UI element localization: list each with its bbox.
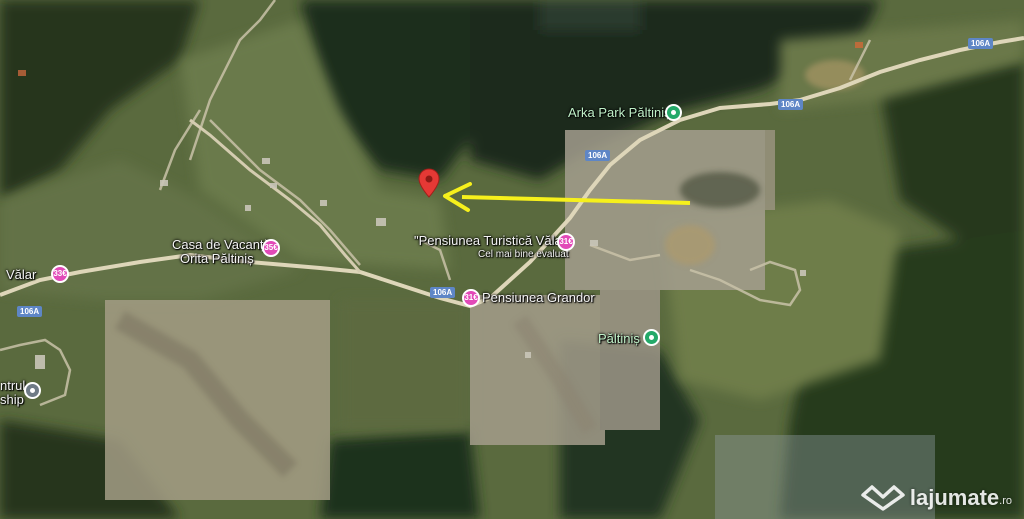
hotel-icon[interactable]: 31€ — [462, 289, 480, 307]
park-icon[interactable] — [643, 329, 660, 346]
road-shield: 106A — [17, 306, 43, 317]
place-label-pensiunea-valari[interactable]: "Pensiunea Turistică Vălari — [414, 234, 569, 248]
place-label-casa-vacanta[interactable]: Casa de Vacanță — [172, 238, 271, 252]
place-label-paltinis[interactable]: Păltiniș — [598, 332, 640, 346]
location-pin-icon[interactable] — [418, 168, 440, 198]
place-label-casa-vacanta-line2[interactable]: Orita Păltiniș — [180, 252, 254, 266]
road-shield: 106A — [778, 99, 804, 110]
park-icon[interactable] — [665, 104, 682, 121]
place-label-partial-line2: ship — [0, 392, 24, 407]
yellow-arrow — [443, 182, 691, 212]
watermark-tld: .ro — [999, 495, 1012, 507]
place-icon[interactable] — [24, 382, 41, 399]
road-shield: 106A — [968, 38, 994, 49]
place-label-partial: ntrul — [0, 378, 26, 393]
hotel-icon[interactable]: 33€ — [51, 265, 69, 283]
hotel-icon[interactable]: 31€ — [557, 233, 575, 251]
place-label-arka-park[interactable]: Arka Park Păltiniș — [568, 106, 671, 120]
watermark: lajumate .ro — [861, 485, 1012, 511]
road-shield: 106A — [430, 287, 456, 298]
hotel-icon[interactable]: 35€ — [262, 239, 280, 257]
watermark-brand: lajumate — [909, 485, 1000, 510]
satellite-map[interactable]: 106A 106A 106A 106A 106A Arka Park Pălti… — [0, 0, 1024, 519]
place-note-best-rated: Cel mai bine evaluat — [478, 249, 569, 260]
road-shield: 106A — [585, 150, 611, 161]
heart-logo-icon — [861, 485, 905, 511]
place-label-pensiunea-grandor[interactable]: Pensiunea Grandor — [482, 291, 595, 305]
place-label-valar[interactable]: Vălar — [6, 268, 36, 282]
